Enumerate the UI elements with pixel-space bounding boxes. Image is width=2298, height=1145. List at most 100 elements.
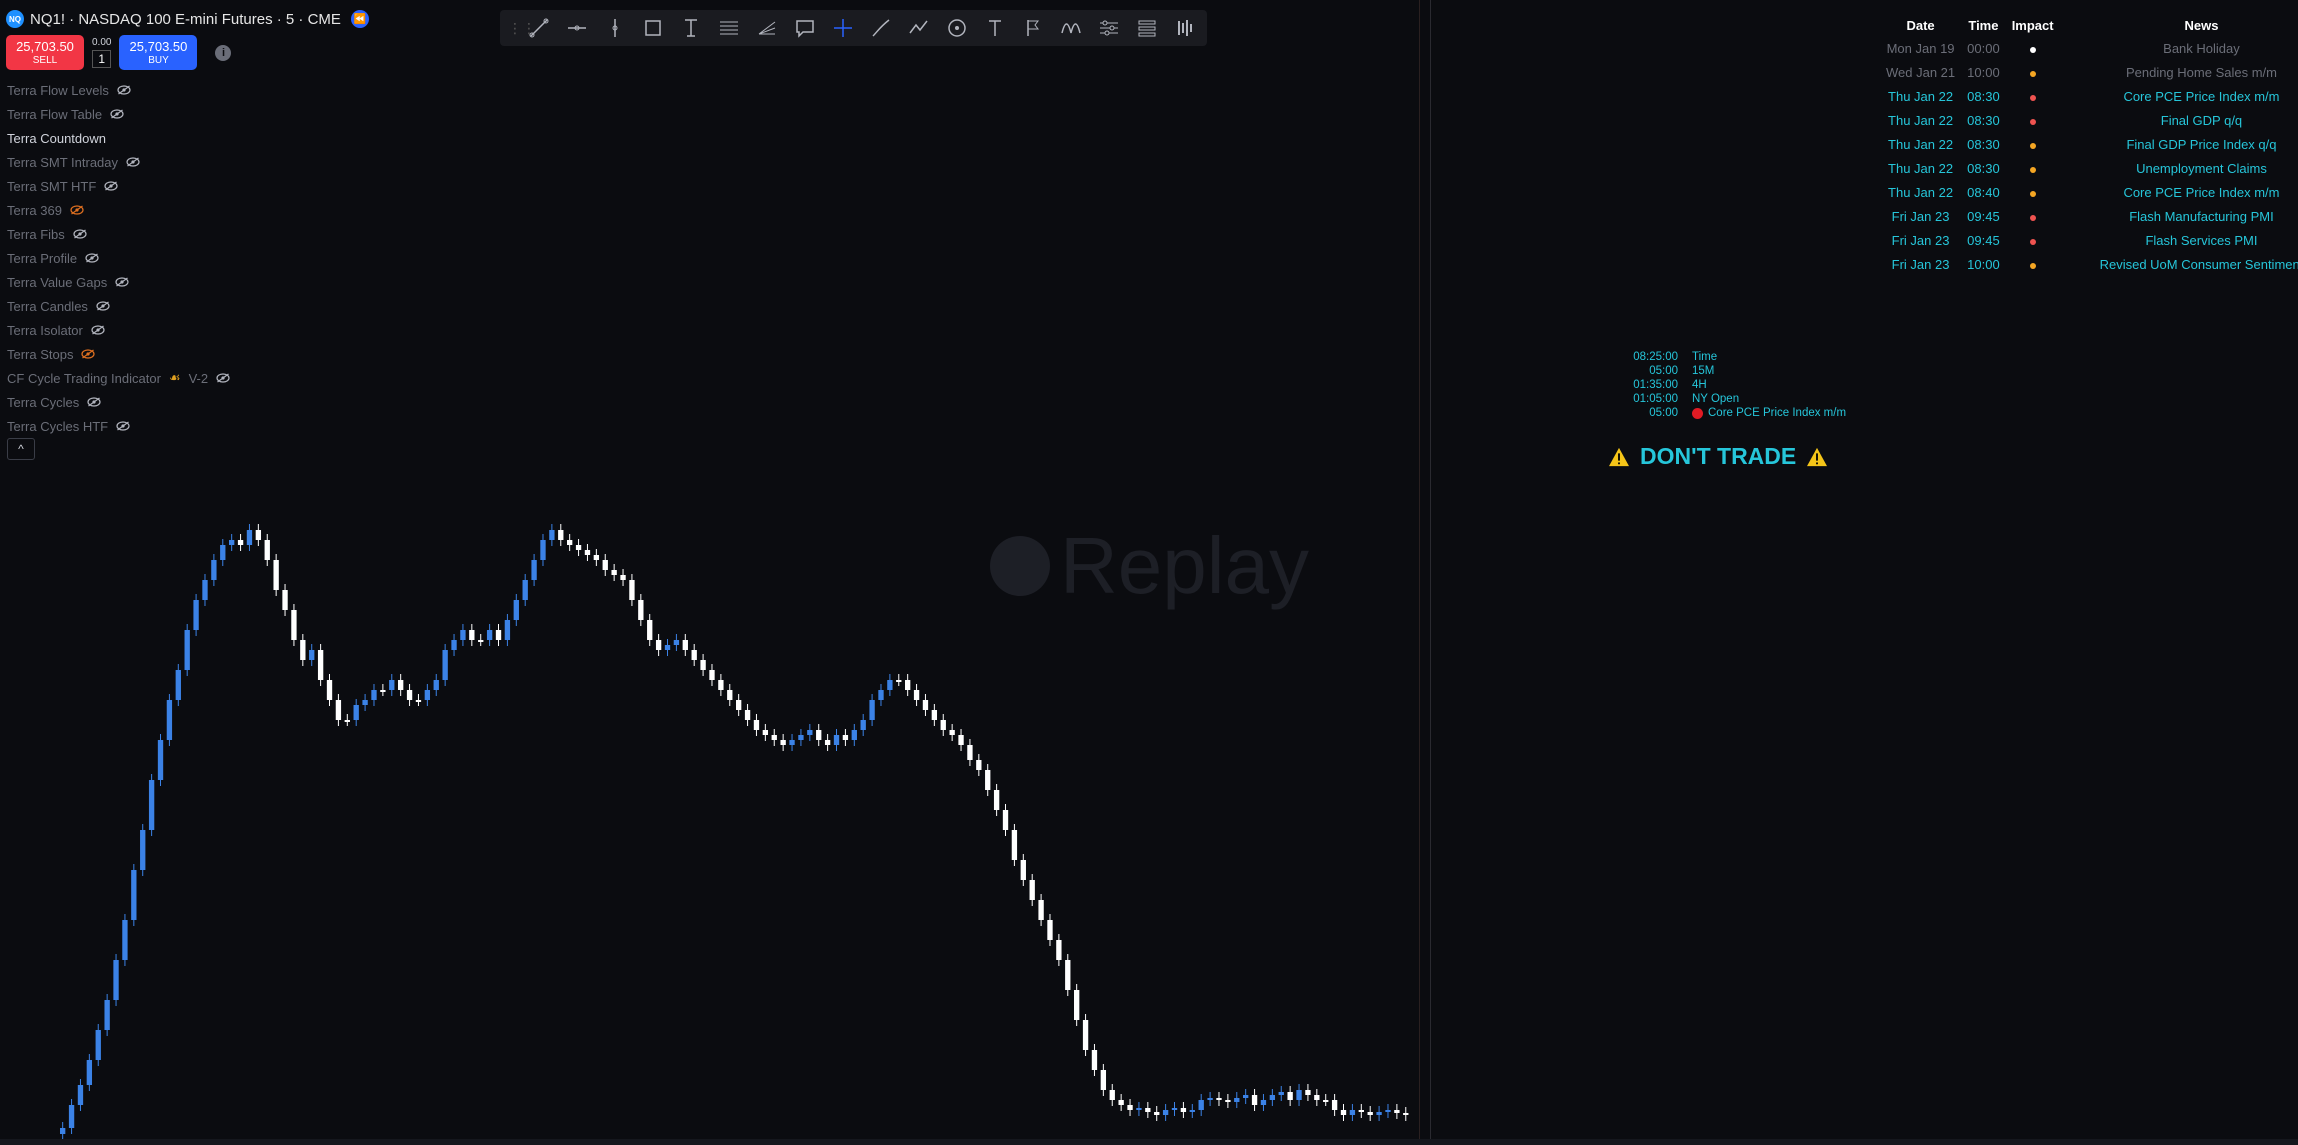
news-impact xyxy=(2006,228,2060,252)
candle xyxy=(949,730,955,735)
candle xyxy=(976,760,982,770)
candle xyxy=(833,735,840,745)
news-impact xyxy=(2006,132,2060,156)
news-title: Unemployment Claims xyxy=(2136,160,2267,176)
candle xyxy=(380,690,386,692)
candle xyxy=(727,690,733,700)
candle xyxy=(202,580,208,600)
candle xyxy=(1260,1100,1267,1105)
candle xyxy=(113,960,119,1000)
countdown-panel: 08:25:00 Time 05:00 15M 01:35:00 4H 01:05:0… xyxy=(1620,350,1846,420)
news-date: Fri Jan 23 xyxy=(1891,256,1950,272)
candle xyxy=(460,630,466,640)
candle xyxy=(896,680,902,682)
candle xyxy=(1216,1098,1222,1100)
countdown-value: 08:25:00 xyxy=(1633,351,1678,363)
news-time: 08:30 xyxy=(1967,160,2000,176)
price-chart[interactable] xyxy=(0,0,1420,1140)
candle xyxy=(1251,1095,1258,1105)
news-header-time: Time xyxy=(1968,17,1999,33)
candle xyxy=(1367,1112,1373,1115)
news-row: Mon Jan 19 00:00 Bank Holiday xyxy=(1880,36,2298,60)
countdown-row: 08:25:00 Time xyxy=(1620,350,1846,364)
candle xyxy=(611,570,617,575)
candle xyxy=(922,700,929,710)
news-date: Fri Jan 23 xyxy=(1891,232,1950,248)
candle xyxy=(353,705,359,720)
candle xyxy=(531,560,537,580)
impact-dot-icon xyxy=(2029,46,2036,53)
candle xyxy=(317,650,324,680)
candle xyxy=(442,650,448,680)
warning-icon xyxy=(1609,447,1629,466)
news-date: Wed Jan 21 xyxy=(1886,64,1956,80)
candle xyxy=(478,640,484,642)
candle xyxy=(1047,920,1053,940)
candle xyxy=(744,710,751,720)
candle xyxy=(736,700,742,710)
chart-right-edge xyxy=(1430,0,1431,1145)
candle xyxy=(1065,960,1071,990)
news-time: 09:45 xyxy=(1967,232,2000,248)
candle xyxy=(1109,1090,1115,1100)
news-time: 09:45 xyxy=(1967,208,2000,224)
news-impact xyxy=(2006,108,2060,132)
candle xyxy=(1314,1095,1320,1100)
news-date: Fri Jan 23 xyxy=(1891,208,1950,224)
candle xyxy=(122,920,128,960)
candle xyxy=(780,740,786,745)
candle xyxy=(406,690,413,700)
impact-dot-icon xyxy=(2029,262,2036,269)
candle xyxy=(602,560,608,570)
candle xyxy=(291,610,297,640)
dont-trade-banner: DON'T TRADE xyxy=(1608,443,1828,470)
countdown-row: 05:00 15M xyxy=(1620,364,1846,378)
news-time: 08:30 xyxy=(1967,112,2000,128)
news-title: Flash Services PMI xyxy=(2145,232,2258,248)
candle xyxy=(1198,1100,1204,1110)
candle xyxy=(629,580,635,600)
candle xyxy=(1154,1112,1160,1115)
candle xyxy=(68,1105,75,1128)
candle xyxy=(220,545,226,560)
countdown-label-wrap: Time xyxy=(1692,351,1717,363)
countdown-label-wrap: NY Open xyxy=(1692,393,1739,405)
candle xyxy=(638,600,644,620)
impact-dot-icon xyxy=(2029,94,2036,101)
candle xyxy=(842,735,849,740)
candle xyxy=(389,680,395,690)
candle xyxy=(1171,1108,1178,1110)
candle xyxy=(1385,1110,1391,1112)
news-impact xyxy=(2006,36,2060,60)
candle xyxy=(1127,1105,1133,1110)
candle xyxy=(166,700,173,740)
news-row: Thu Jan 22 08:30 Core PCE Price Index m/… xyxy=(1880,84,2298,108)
news-table: Date Time Impact News Mon Jan 19 00:00 B… xyxy=(1880,14,2298,276)
candle xyxy=(1189,1110,1195,1112)
candle xyxy=(1180,1108,1187,1112)
candle xyxy=(1056,940,1062,960)
news-impact xyxy=(2006,252,2060,276)
time-axis[interactable] xyxy=(0,1139,2298,1145)
candle xyxy=(309,650,315,660)
news-header-impact: Impact xyxy=(2011,17,2054,33)
news-title: Core PCE Price Index m/m xyxy=(2123,184,2280,200)
impact-dot-icon xyxy=(2029,214,2036,221)
candle xyxy=(246,530,253,545)
candle xyxy=(469,630,475,640)
candle xyxy=(300,640,306,660)
candle xyxy=(860,720,866,730)
candle xyxy=(193,600,199,630)
candle xyxy=(1145,1108,1151,1112)
candle xyxy=(1074,990,1080,1020)
news-row: Thu Jan 22 08:30 Final GDP Price Index q… xyxy=(1880,132,2298,156)
candle xyxy=(175,670,181,700)
red-circle-icon xyxy=(1692,407,1703,419)
news-row: Fri Jan 23 10:00 Revised UoM Consumer Se… xyxy=(1880,252,2298,276)
candle xyxy=(1403,1113,1409,1115)
countdown-label-wrap: 4H xyxy=(1692,379,1707,391)
candle xyxy=(1020,860,1026,880)
candle xyxy=(326,680,333,700)
news-impact xyxy=(2006,204,2060,228)
news-title: Bank Holiday xyxy=(2163,40,2240,56)
